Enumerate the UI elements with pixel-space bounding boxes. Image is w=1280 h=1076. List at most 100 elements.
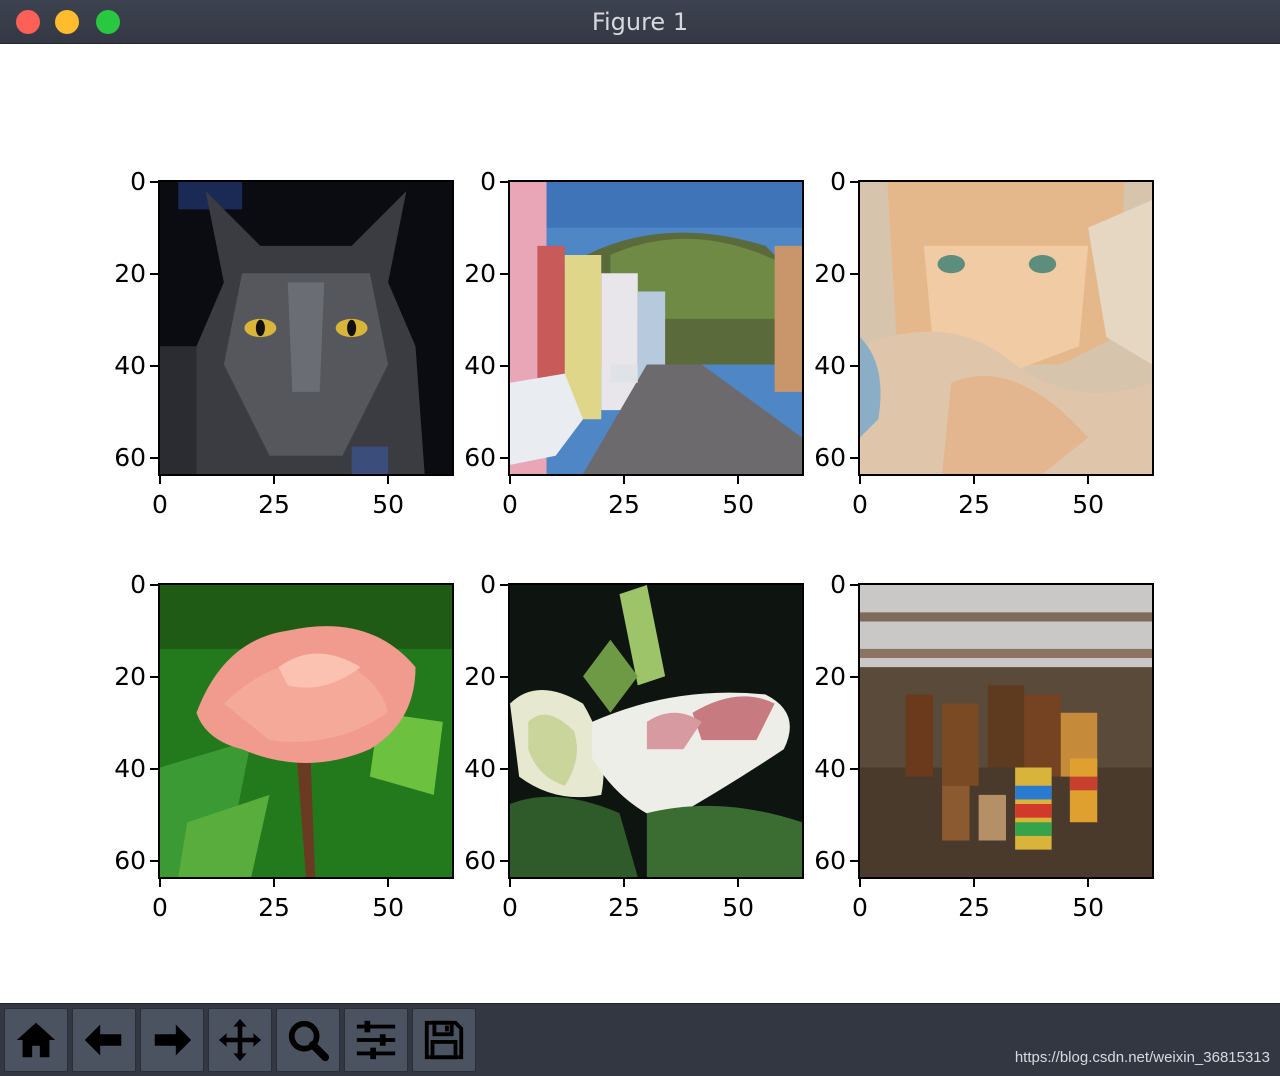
save-icon (424, 1020, 464, 1060)
window-title: Figure 1 (591, 8, 689, 36)
y-tick-label: 0 (830, 167, 846, 196)
x-tick-label: 50 (372, 490, 405, 519)
x-tick-label: 50 (722, 893, 755, 922)
y-tick-mark (850, 584, 858, 586)
x-tick-mark (973, 879, 976, 887)
y-tick-label: 40 (814, 350, 846, 380)
y-tick-label: 40 (114, 753, 146, 783)
orange-cat-image (860, 182, 1152, 474)
y-tick-mark (850, 675, 858, 678)
x-tick-label: 0 (502, 490, 518, 519)
x-tick-label: 0 (152, 490, 168, 519)
x-tick-label: 0 (502, 893, 518, 922)
home-icon (16, 1022, 56, 1058)
y-tick-label: 0 (830, 570, 846, 599)
subplot-orange-cat[interactable] (858, 180, 1154, 476)
y-tick-mark (500, 456, 508, 459)
y-tick-mark (500, 859, 508, 862)
x-tick-label: 50 (1072, 490, 1105, 519)
subplot-street[interactable] (508, 180, 804, 476)
forward-button[interactable] (140, 1008, 204, 1072)
drums-image (860, 585, 1152, 877)
zoom-icon (288, 1020, 330, 1062)
y-tick-label: 20 (464, 258, 496, 288)
y-tick-label: 60 (114, 845, 146, 875)
x-tick-mark (159, 879, 161, 887)
y-tick-label: 40 (814, 753, 846, 783)
y-tick-mark (500, 364, 508, 367)
back-arrow-icon (84, 1024, 122, 1056)
y-tick-mark (150, 364, 158, 367)
y-tick-mark (150, 859, 158, 862)
x-tick-mark (973, 476, 976, 484)
x-tick-mark (387, 879, 390, 887)
subplot-black-cat[interactable] (158, 180, 454, 476)
x-tick-mark (623, 476, 626, 484)
x-tick-mark (737, 476, 740, 484)
x-tick-label: 0 (152, 893, 168, 922)
y-tick-label: 60 (464, 442, 496, 472)
configure-subplots-button[interactable] (344, 1008, 408, 1072)
x-tick-label: 50 (722, 490, 755, 519)
x-tick-mark (387, 476, 390, 484)
y-tick-label: 40 (114, 350, 146, 380)
x-tick-mark (737, 879, 740, 887)
x-tick-label: 25 (958, 490, 990, 519)
y-tick-mark (150, 675, 158, 678)
x-tick-mark (273, 879, 276, 887)
x-tick-mark (509, 879, 511, 887)
y-tick-mark (150, 767, 158, 770)
x-tick-label: 25 (958, 893, 990, 922)
y-tick-label: 20 (464, 661, 496, 691)
y-tick-label: 20 (814, 661, 846, 691)
y-tick-mark (500, 272, 508, 275)
forward-arrow-icon (154, 1024, 192, 1056)
x-tick-label: 25 (608, 893, 640, 922)
x-tick-label: 0 (852, 490, 868, 519)
y-tick-mark (500, 181, 508, 183)
save-button[interactable] (412, 1008, 476, 1072)
y-tick-mark (850, 859, 858, 862)
back-button[interactable] (72, 1008, 136, 1072)
y-tick-label: 60 (814, 845, 846, 875)
y-tick-label: 60 (114, 442, 146, 472)
y-tick-mark (850, 456, 858, 459)
x-tick-mark (159, 476, 161, 484)
white-lily-image (510, 585, 802, 877)
y-tick-label: 0 (130, 167, 146, 196)
x-tick-label: 25 (258, 490, 290, 519)
y-tick-label: 40 (464, 753, 496, 783)
x-tick-mark (273, 476, 276, 484)
y-tick-label: 40 (464, 350, 496, 380)
y-tick-mark (850, 767, 858, 770)
y-tick-label: 20 (814, 258, 846, 288)
subplot-drums[interactable] (858, 583, 1154, 879)
y-tick-mark (500, 584, 508, 586)
y-tick-mark (150, 272, 158, 275)
y-tick-label: 0 (480, 570, 496, 599)
pink-rose-image (160, 585, 452, 877)
window-titlebar: Figure 1 (0, 0, 1280, 44)
y-tick-label: 60 (464, 845, 496, 875)
black-cat-image (160, 182, 452, 474)
subplot-white-lily[interactable] (508, 583, 804, 879)
x-tick-mark (1087, 879, 1090, 887)
y-tick-label: 0 (130, 570, 146, 599)
y-tick-label: 20 (114, 258, 146, 288)
x-tick-mark (1087, 476, 1090, 484)
subplots-config-icon (356, 1020, 396, 1060)
x-tick-mark (859, 476, 861, 484)
x-tick-mark (859, 879, 861, 887)
home-button[interactable] (4, 1008, 68, 1072)
zoom-button[interactable] (276, 1008, 340, 1072)
y-tick-mark (150, 456, 158, 459)
x-tick-label: 50 (1072, 893, 1105, 922)
y-tick-mark (150, 584, 158, 586)
y-tick-mark (850, 181, 858, 183)
pan-button[interactable] (208, 1008, 272, 1072)
y-tick-label: 60 (814, 442, 846, 472)
x-tick-mark (623, 879, 626, 887)
subplot-pink-rose[interactable] (158, 583, 454, 879)
x-tick-mark (509, 476, 511, 484)
pan-icon (218, 1018, 262, 1062)
